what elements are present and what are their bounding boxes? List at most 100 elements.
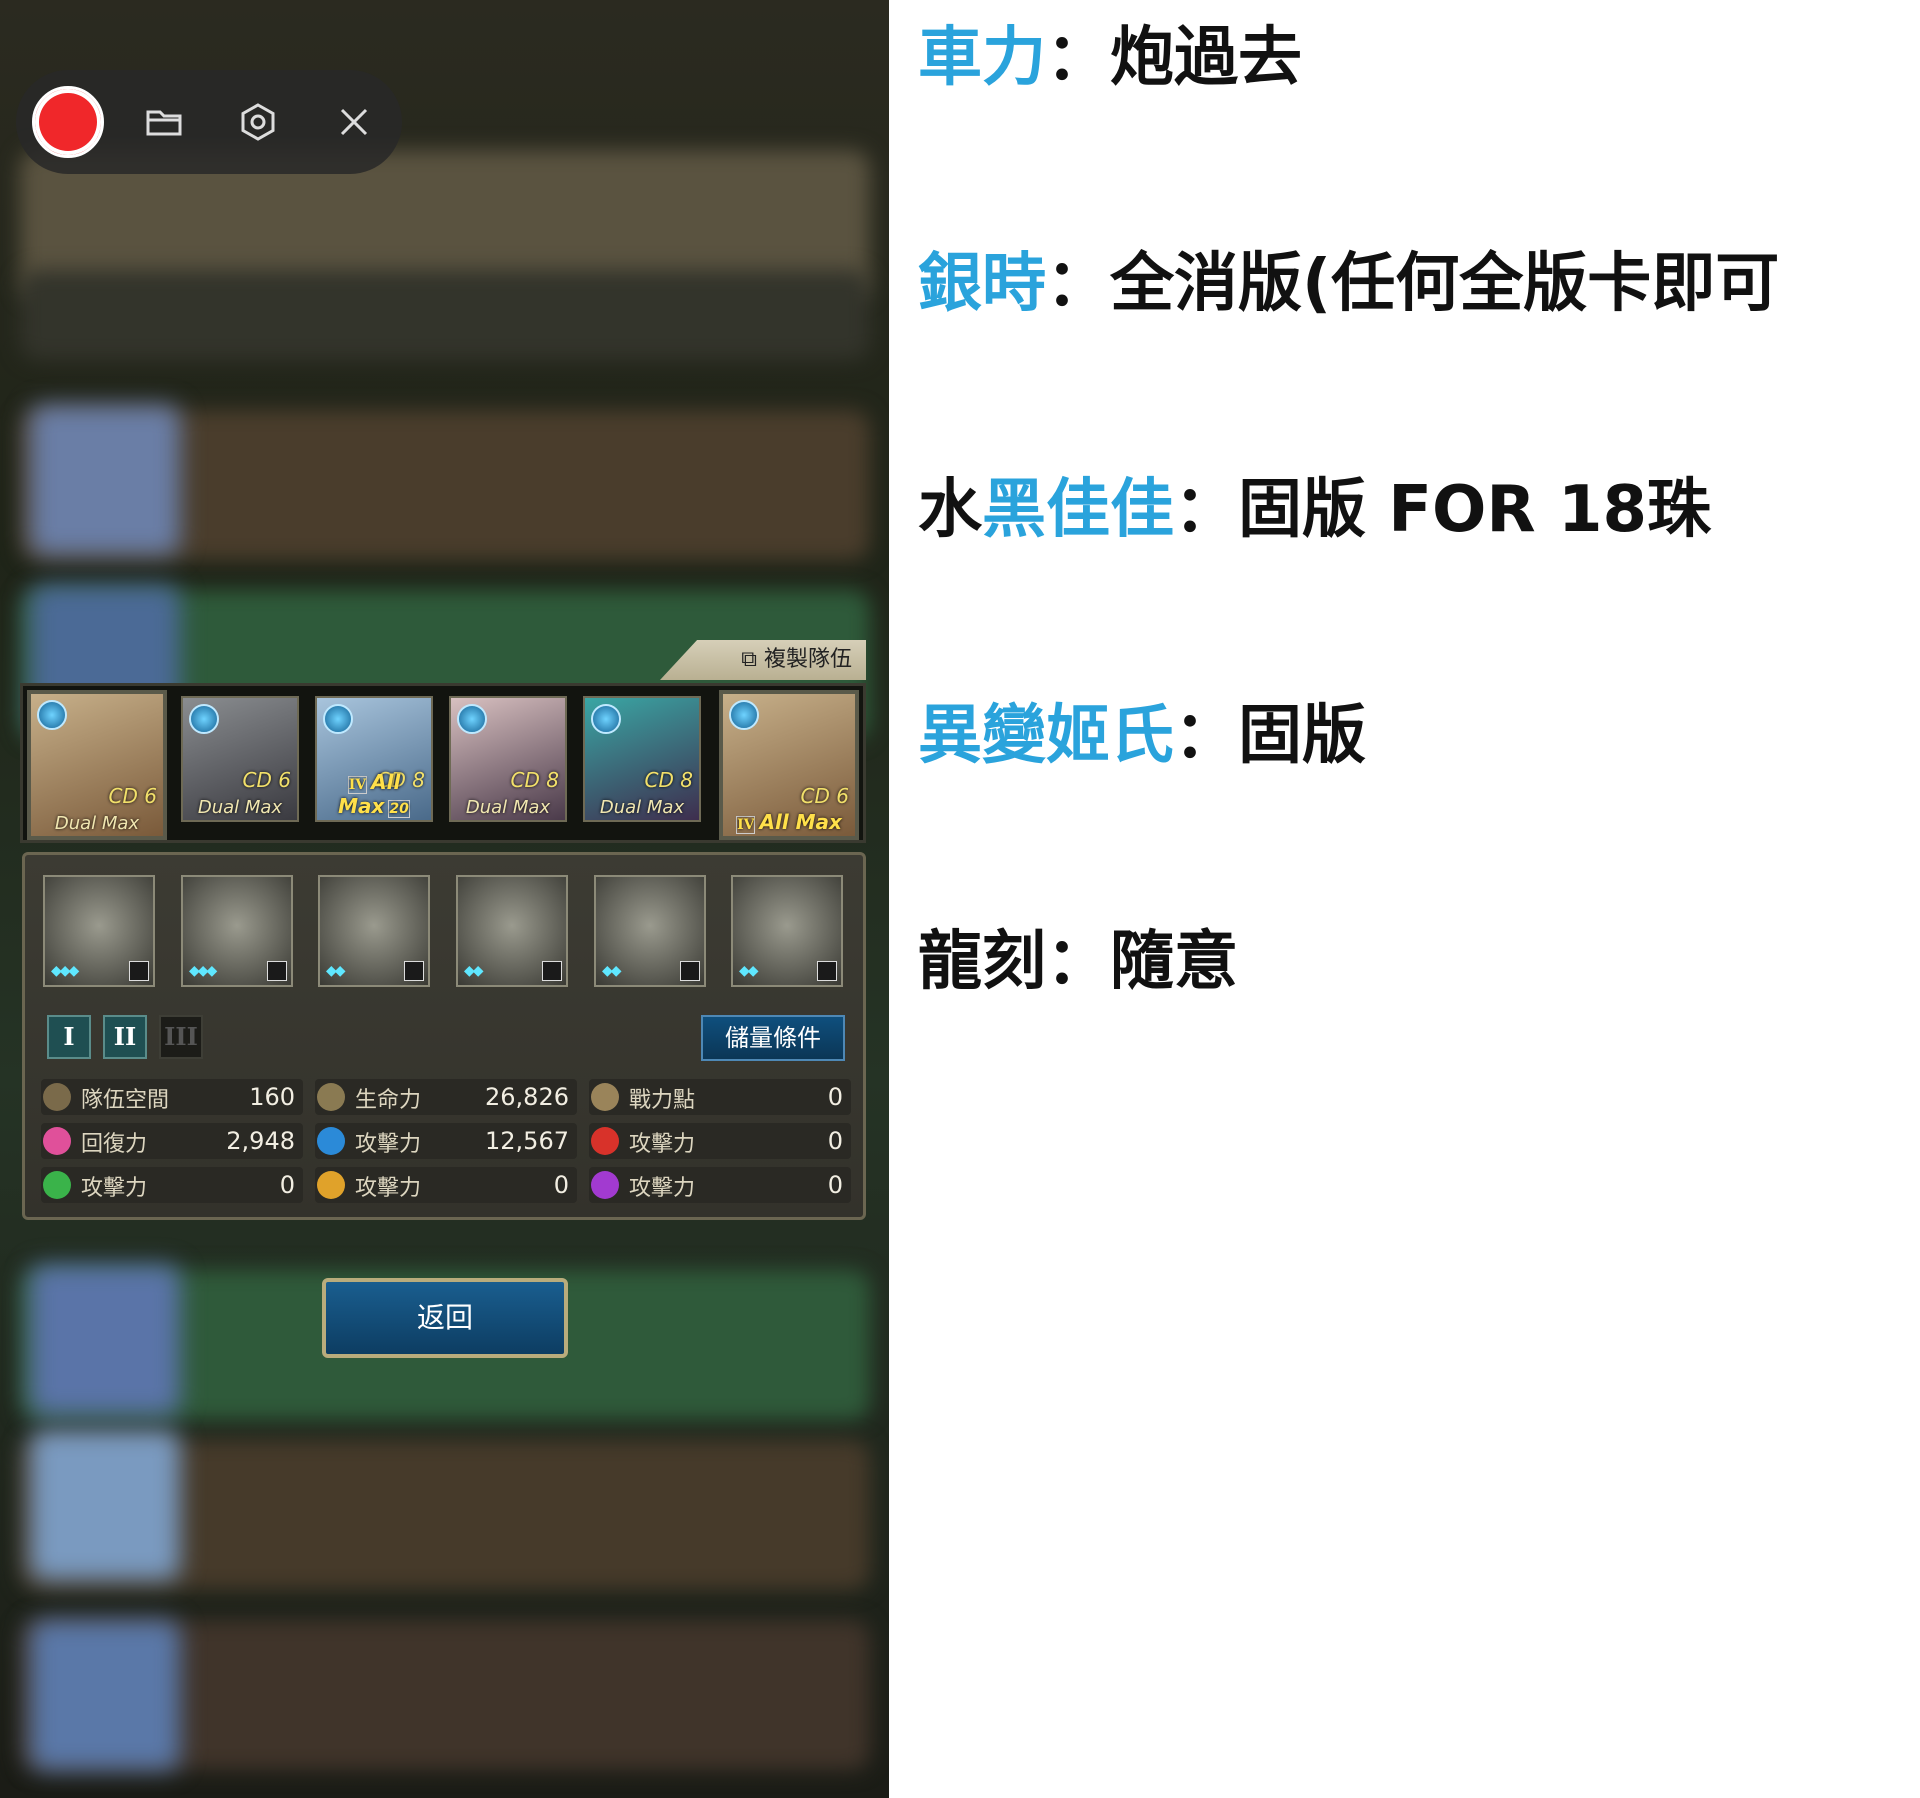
- blurred-row: [20, 270, 870, 360]
- dark-orb-icon: [591, 1171, 619, 1199]
- stat-value: 2,948: [226, 1127, 295, 1155]
- phase-tab-3[interactable]: III: [159, 1015, 203, 1059]
- team-card[interactable]: CD 8 IV All Max 20: [315, 696, 433, 822]
- blurred-avatar: [30, 1430, 180, 1580]
- record-button[interactable]: [32, 86, 104, 158]
- card-tag: Dual Max: [54, 813, 140, 834]
- stat-label: 攻擊力: [629, 1132, 696, 1157]
- gem-icon: ◆◆: [326, 963, 345, 979]
- water-attribute-icon: [37, 700, 67, 730]
- screen-recorder-toolbar: [16, 70, 402, 174]
- stat-value: 0: [827, 1127, 843, 1155]
- team-card-ally[interactable]: CD 6 IV All Max: [719, 690, 859, 840]
- card-cd: CD 6: [108, 784, 157, 808]
- note-line: 車力：炮過去: [918, 18, 1302, 98]
- card-rank: IV: [347, 776, 368, 794]
- slot-icon: [267, 961, 287, 981]
- team-card[interactable]: CD 8 Dual Max: [449, 696, 567, 822]
- card-tag: Dual Max: [197, 797, 283, 818]
- blurred-avatar: [30, 1620, 180, 1770]
- card-cd: CD 6: [242, 768, 291, 792]
- back-button[interactable]: 返回: [322, 1278, 568, 1358]
- stat-value: 0: [827, 1171, 843, 1199]
- stat-light-attack: 攻擊力 0: [315, 1167, 577, 1203]
- note-highlight: 異變姬氏: [918, 699, 1174, 773]
- slot-icon: [680, 961, 700, 981]
- card-tag-text: All Max: [759, 810, 842, 834]
- gem-icon: ◆◆◆: [51, 963, 79, 979]
- stat-label: 隊伍空間: [81, 1088, 170, 1113]
- stat-value: 160: [249, 1083, 295, 1111]
- stat-value: 12,567: [485, 1127, 569, 1155]
- stat-value: 0: [279, 1171, 295, 1199]
- stat-value: 0: [827, 1083, 843, 1111]
- slot-icon: [404, 961, 424, 981]
- card-cd: CD 8: [510, 768, 559, 792]
- note-text: ：全消版(任何全版卡即可: [1046, 247, 1780, 321]
- water-attribute-icon: [323, 704, 353, 734]
- stat-fire-attack: 攻擊力 0: [589, 1123, 851, 1159]
- note-prefix: 龍刻: [918, 925, 1046, 999]
- game-screenshot: ⧉ 複製隊伍 CD 6 Dual Max CD 6 Dual Max CD 8 …: [0, 0, 889, 1798]
- water-attribute-icon: [189, 704, 219, 734]
- note-line: 銀時：全消版(任何全版卡即可: [918, 244, 1779, 324]
- water-attribute-icon: [591, 704, 621, 734]
- heart-orb-icon: [43, 1127, 71, 1155]
- note-line: 龍刻：隨意: [918, 922, 1238, 1002]
- equipment-slot[interactable]: ◆◆◆: [43, 875, 155, 987]
- note-highlight: 黑佳佳: [982, 473, 1174, 547]
- equipment-slot[interactable]: ◆◆: [594, 875, 706, 987]
- phase-tab-2[interactable]: II: [103, 1015, 147, 1059]
- gem-icon: ◆◆: [739, 963, 758, 979]
- slot-icon: [542, 961, 562, 981]
- copy-icon: ⧉: [741, 647, 764, 672]
- team-stats-panel: ◆◆◆ ◆◆◆ ◆◆ ◆◆ ◆◆ ◆◆ I II III 儲量條件 隊伍空間 1…: [22, 852, 866, 1220]
- fire-orb-icon: [591, 1127, 619, 1155]
- water-orb-icon: [317, 1127, 345, 1155]
- equipment-slot[interactable]: ◆◆: [318, 875, 430, 987]
- stat-team-space: 隊伍空間 160: [41, 1079, 303, 1115]
- stat-label: 攻擊力: [81, 1176, 148, 1201]
- flag-icon: [43, 1083, 71, 1111]
- storage-conditions-button[interactable]: 儲量條件: [701, 1015, 845, 1061]
- copy-team-label: 複製隊伍: [763, 647, 852, 672]
- stat-recovery: 回復力 2,948: [41, 1123, 303, 1159]
- team-card[interactable]: CD 8 Dual Max: [583, 696, 701, 822]
- stat-label: 生命力: [355, 1088, 422, 1113]
- close-icon[interactable]: [334, 102, 374, 142]
- note-line: 水黑佳佳：固版 FOR 18珠: [918, 470, 1711, 550]
- team-card-leader[interactable]: CD 6 Dual Max: [27, 690, 167, 840]
- team-card[interactable]: CD 6 Dual Max: [181, 696, 299, 822]
- blurred-avatar: [30, 405, 180, 555]
- stat-wood-attack: 攻擊力 0: [41, 1167, 303, 1203]
- stat-label: 戰力點: [629, 1088, 696, 1113]
- trophy-icon: [591, 1083, 619, 1111]
- card-cd: CD 6: [800, 784, 849, 808]
- stat-label: 回復力: [81, 1132, 148, 1157]
- gem-icon: ◆◆: [464, 963, 483, 979]
- equipment-slot[interactable]: ◆◆◆: [181, 875, 293, 987]
- slot-icon: [817, 961, 837, 981]
- stat-power-points: 戰力點 0: [589, 1079, 851, 1115]
- note-line: 異變姬氏：固版: [918, 696, 1366, 776]
- settings-icon[interactable]: [238, 102, 278, 142]
- light-orb-icon: [317, 1171, 345, 1199]
- stat-label: 攻擊力: [629, 1176, 696, 1201]
- equipment-slot[interactable]: ◆◆: [731, 875, 843, 987]
- note-highlight: 銀時: [918, 247, 1046, 321]
- water-attribute-icon: [729, 700, 759, 730]
- stat-water-attack: 攻擊力 12,567: [315, 1123, 577, 1159]
- card-tag: Dual Max: [599, 797, 685, 818]
- note-text: ：固版: [1174, 699, 1366, 773]
- card-rank: IV: [736, 816, 756, 834]
- drop-icon: [317, 1083, 345, 1111]
- phase-tab-1[interactable]: I: [47, 1015, 91, 1059]
- card-cd: CD 8: [644, 768, 693, 792]
- stat-value: 0: [553, 1171, 569, 1199]
- folder-icon[interactable]: [144, 102, 184, 142]
- equipment-slot[interactable]: ◆◆: [456, 875, 568, 987]
- stat-label: 攻擊力: [355, 1132, 422, 1157]
- stat-dark-attack: 攻擊力 0: [589, 1167, 851, 1203]
- note-highlight: 車力: [918, 21, 1046, 95]
- note-text: ：隨意: [1046, 925, 1238, 999]
